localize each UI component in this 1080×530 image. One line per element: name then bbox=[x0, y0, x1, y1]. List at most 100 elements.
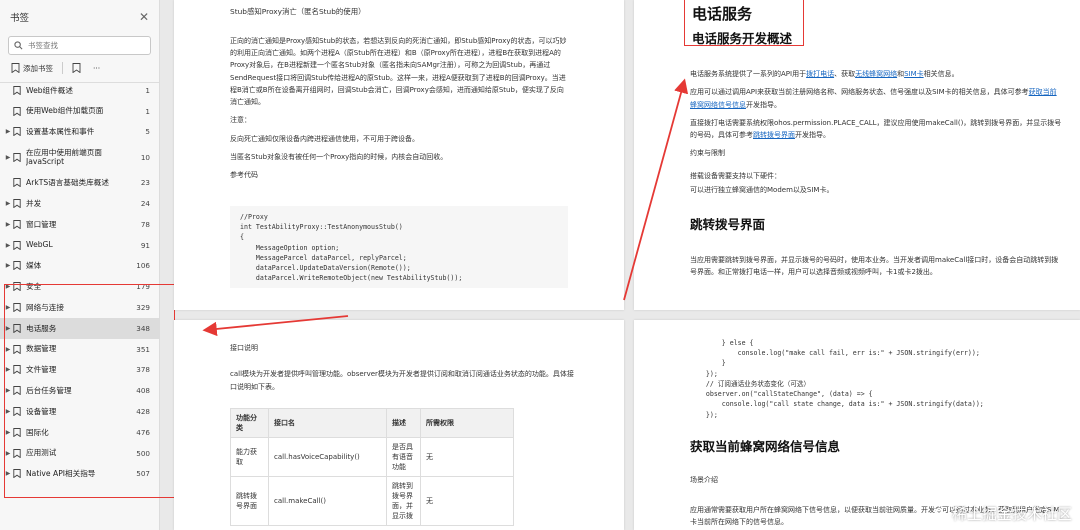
paragraph: 正向的消亡通知是Proxy感知Stub的状态，若想达到反向的死消亡通知，即Stu… bbox=[230, 36, 567, 107]
sidebar-item-page: 10 bbox=[140, 152, 150, 162]
sidebar-item-page: 78 bbox=[140, 219, 150, 229]
bookmark-icon bbox=[12, 127, 22, 137]
section-title: 跳转拨号界面 bbox=[690, 217, 766, 232]
sidebar-item-page: 106 bbox=[136, 261, 150, 271]
sidebar-item[interactable]: ▶ 窗口管理 78 bbox=[0, 214, 160, 235]
bookmark-search-box[interactable] bbox=[8, 36, 151, 55]
highlight-box-sidebar bbox=[4, 284, 175, 498]
bookmark-icon bbox=[72, 63, 81, 73]
paragraph: 直接拨打电话需要系统权限ohos.permission.PLACE_CALL，建… bbox=[690, 118, 1062, 139]
table-header-cell: 功能分类 bbox=[230, 408, 269, 438]
paragraph: 当应用需要跳转到拨号界面，并显示拨号的号码时，使用本业务。当开发者调用makeC… bbox=[690, 256, 1059, 277]
sidebar-item-label: 并发 bbox=[26, 198, 42, 208]
paragraph: call模块为开发者提供呼叫管理功能。observer模块为开发者提供订阅和取消… bbox=[230, 370, 574, 391]
sidebar-item-label: 窗口管理 bbox=[26, 219, 57, 229]
table-cell: call.hasVoiceCapability() bbox=[268, 437, 387, 477]
table-cell: 无 bbox=[420, 476, 514, 526]
watermark-text: 稀土掘金技术社区 bbox=[951, 505, 1072, 523]
sidebar-item-page: 1 bbox=[145, 106, 150, 116]
add-bookmark-icon bbox=[11, 63, 20, 73]
table-cell: 跳转到拨号界面，并显示拨 bbox=[386, 476, 421, 526]
table-cell: 无 bbox=[420, 437, 514, 477]
constraint-text: 可以进行独立蜂窝通信的Modem以及SIM卡。 bbox=[690, 185, 834, 194]
sidebar-item-label: 媒体 bbox=[26, 261, 42, 271]
toolbar-divider bbox=[62, 62, 63, 74]
expand-arrow-icon[interactable]: ▶ bbox=[4, 128, 12, 135]
reference-label: 参考代码 bbox=[230, 171, 258, 180]
constraints-label: 约束与限制 bbox=[690, 149, 725, 158]
code-block: //Proxy int TestAbilityProxy::TestAnonym… bbox=[230, 206, 568, 288]
table-cell: 能力获取 bbox=[230, 437, 269, 477]
bookmark-icon bbox=[12, 219, 22, 229]
table-cell: 是否具有语音功能 bbox=[386, 437, 421, 477]
watermark: 稀土掘金技术社区 bbox=[930, 503, 1072, 524]
bookmark-icon bbox=[12, 240, 22, 250]
expand-arrow-icon[interactable]: ▶ bbox=[4, 242, 12, 249]
pdf-page-top-left: Stub感知Proxy消亡（匿名Stub的使用） 正向的消亡通知是Proxy感知… bbox=[174, 0, 624, 310]
bookmark-icon bbox=[12, 106, 22, 116]
sidebar-item-page: 91 bbox=[140, 240, 150, 250]
more-options-button[interactable]: ··· bbox=[90, 62, 103, 75]
sidebar-item-label: 使用Web组件加载页面 bbox=[26, 106, 104, 116]
api-table: 功能分类 接口名 描述 所需权限 能力获取 call.hasVoiceCapabilit… bbox=[230, 408, 514, 526]
table-row: 能力获取 call.hasVoiceCapability() 是否具有语音功能无 bbox=[230, 437, 514, 477]
sidebar-item-page: 24 bbox=[140, 199, 150, 209]
table-header-cell: 所需权限 bbox=[420, 408, 514, 438]
pdf-page-top-right: 电话服务 电话服务开发概述 电话服务系统提供了一系列的API用于拨打电话、获取无… bbox=[634, 0, 1080, 310]
sidebar-item-page: 23 bbox=[140, 178, 150, 188]
section-title: 获取当前蜂窝网络信号信息 bbox=[690, 439, 841, 454]
expand-arrow-icon[interactable]: ▶ bbox=[4, 221, 12, 228]
code-block: } else { console.log("make call fail, er… bbox=[690, 338, 1070, 420]
constraint-text: 搭载设备需要支持以下硬件： bbox=[690, 171, 781, 180]
table-header-cell: 接口名 bbox=[268, 408, 387, 438]
sidebar-item-label: ArkTS语言基础类库概述 bbox=[26, 178, 109, 188]
expand-arrow-icon[interactable]: ▶ bbox=[4, 154, 12, 161]
sidebar-title: 书签 bbox=[10, 13, 30, 24]
sim-card-link[interactable]: SIM卡 bbox=[904, 70, 924, 78]
note-text: 当匿名Stub对象没有被任何一个Proxy指向的时候，内核会自动回收。 bbox=[230, 152, 448, 161]
bookmark-icon bbox=[12, 152, 22, 162]
sidebar-item[interactable]: ▶ 设置基本属性和事件 5 bbox=[0, 122, 160, 143]
sidebar-item[interactable]: Web组件概述 1 bbox=[0, 80, 160, 101]
make-call-link[interactable]: 拨打电话 bbox=[806, 70, 834, 78]
sidebar-item[interactable]: ▶ 在应用中使用前端页面JavaScript 10 bbox=[0, 142, 160, 172]
bookmark-button[interactable] bbox=[69, 61, 84, 75]
search-icon bbox=[14, 41, 23, 50]
dialer-link[interactable]: 跳转拨号界面 bbox=[753, 131, 795, 139]
bookmark-search-input[interactable] bbox=[28, 41, 138, 50]
scene-label: 场景介绍 bbox=[690, 476, 718, 484]
pdf-page-bottom-left: 接口说明 call模块为开发者提供呼叫管理功能。observer模块为开发者提供… bbox=[174, 320, 624, 530]
sidebar-item-label: WebGL bbox=[26, 240, 53, 250]
sidebar-item[interactable]: 使用Web组件加载页面 1 bbox=[0, 101, 160, 122]
table-body: 能力获取 call.hasVoiceCapability() 是否具有语音功能无跳转… bbox=[230, 437, 514, 526]
sidebar-item[interactable]: ArkTS语言基础类库概述 23 bbox=[0, 172, 160, 193]
sidebar-item[interactable]: ▶ WebGL 91 bbox=[0, 235, 160, 256]
section-title: 电话服务开发概述 bbox=[692, 31, 793, 46]
bookmark-icon bbox=[12, 178, 22, 188]
section-heading: Stub感知Proxy消亡（匿名Stub的使用） bbox=[230, 7, 366, 16]
add-bookmark-button[interactable]: 添加书签 bbox=[8, 61, 56, 76]
table-row: 跳转拨号界面 call.makeCall() 跳转到拨号界面，并显示拨无 bbox=[230, 476, 514, 526]
expand-arrow-icon[interactable]: ▶ bbox=[4, 200, 12, 207]
bookmark-icon bbox=[12, 85, 22, 95]
chapter-title: 电话服务 bbox=[692, 5, 753, 23]
sidebar-item[interactable]: ▶ 媒体 106 bbox=[0, 256, 160, 277]
bookmark-icon bbox=[12, 261, 22, 271]
sidebar-item-label: 在应用中使用前端页面JavaScript bbox=[26, 147, 102, 167]
table-cell: call.makeCall() bbox=[268, 476, 387, 526]
paragraph: 电话服务系统提供了一系列的API用于拨打电话、获取无线蜂窝网络和SIM卡相关信息… bbox=[690, 70, 959, 78]
section-heading: 接口说明 bbox=[230, 344, 258, 352]
close-icon[interactable]: ✕ bbox=[139, 10, 149, 24]
paragraph: 应用可以通过调用API来获取当前注册网络名称、网络服务状态、信号强度以及SIM卡… bbox=[690, 88, 1057, 109]
bookmark-toolbar: 添加书签 ··· bbox=[8, 60, 151, 76]
table-cell: 跳转拨号界面 bbox=[230, 476, 269, 526]
note-label: 注意： bbox=[230, 116, 251, 125]
table-header-cell: 描述 bbox=[386, 408, 421, 438]
expand-arrow-icon[interactable]: ▶ bbox=[4, 262, 12, 269]
note-text: 反向死亡通知仅限设备内跨进程通信使用，不可用于跨设备。 bbox=[230, 134, 419, 143]
pdf-page-bottom-right: } else { console.log("make call fail, er… bbox=[634, 320, 1080, 530]
bookmark-icon bbox=[12, 199, 22, 209]
sidebar-item-label: Web组件概述 bbox=[26, 85, 73, 95]
cellular-network-link[interactable]: 无线蜂窝网络 bbox=[855, 70, 897, 78]
sidebar-item[interactable]: ▶ 并发 24 bbox=[0, 193, 160, 214]
